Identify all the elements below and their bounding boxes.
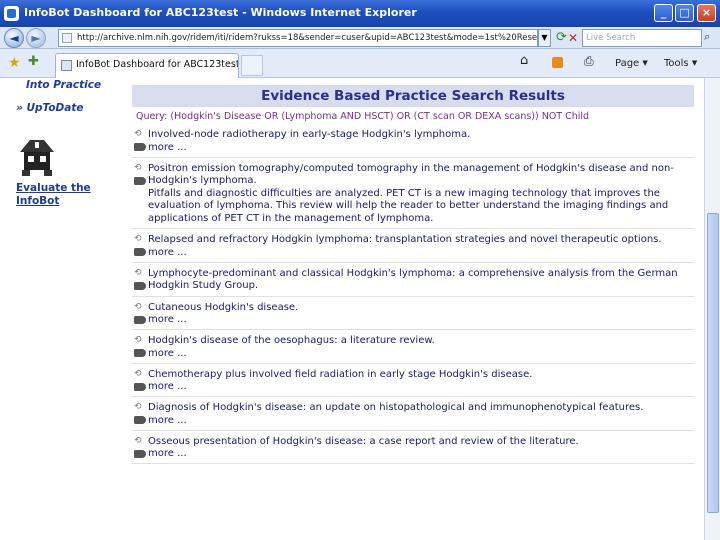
result-icons: ⟲ — [134, 129, 148, 151]
result-icons: ⟲ — [134, 163, 148, 185]
more-link[interactable]: more ... — [148, 415, 686, 427]
home-icon[interactable]: ⌂ — [520, 54, 528, 67]
speaker-icon[interactable] — [134, 143, 146, 151]
tab-favicon-icon — [61, 60, 72, 71]
speaker-icon[interactable] — [134, 315, 146, 324]
more-link[interactable]: more ... — [148, 142, 686, 154]
speaker-icon[interactable] — [134, 382, 146, 391]
rate-icon[interactable]: ⟲ — [134, 335, 148, 345]
result-icons: ⟲ — [134, 335, 148, 357]
more-link[interactable]: more ... — [148, 314, 686, 326]
result-title[interactable]: Positron emission tomography/computed to… — [148, 163, 686, 188]
add-favorites-icon[interactable]: ✚ — [28, 55, 39, 69]
speaker-icon[interactable] — [134, 176, 146, 185]
favorites-star-icon[interactable]: ★ — [8, 56, 21, 70]
minimize-button[interactable]: _ — [654, 4, 673, 22]
speaker-icon[interactable] — [134, 416, 146, 424]
result-icons: ⟲ — [134, 302, 148, 324]
page-content: Into Practice » UpToDate Evaluate the In… — [0, 78, 704, 540]
result-title[interactable]: Chemotherapy plus involved field radiati… — [148, 369, 686, 382]
page-title: Evidence Based Practice Search Results — [132, 85, 694, 107]
result-icons: ⟲ — [134, 369, 148, 391]
close-button[interactable]: × — [697, 4, 716, 22]
new-tab-button[interactable] — [241, 55, 263, 76]
window-title: InfoBot Dashboard for ABC123test - Windo… — [24, 6, 417, 19]
result-title[interactable]: Lymphocyte-predominant and classical Hod… — [148, 268, 686, 293]
rate-icon[interactable]: ⟲ — [134, 369, 148, 379]
address-bar: ◄ ► http://archive.nlm.nih.gov/ridem/iti… — [0, 27, 720, 49]
tools-menu-label: Tools — [664, 58, 689, 69]
result-title[interactable]: Osseous presentation of Hodgkin's diseas… — [148, 436, 686, 449]
feeds-icon[interactable] — [552, 57, 563, 68]
url-text: http://archive.nlm.nih.gov/ridem/iti/rid… — [77, 33, 538, 43]
result-title[interactable]: Relapsed and refractory Hodgkin lymphoma… — [148, 234, 686, 247]
tools-menu[interactable]: Tools ▼ — [664, 57, 697, 70]
rate-icon[interactable]: ⟲ — [134, 402, 148, 412]
result-row: ⟲ Diagnosis of Hodgkin's disease: an upda… — [132, 397, 694, 431]
sidebar-item-evaluate-infobot[interactable]: Evaluate the InfoBot — [16, 182, 106, 208]
stop-icon[interactable]: ✕ — [568, 31, 578, 45]
result-row: ⟲ Positron emission tomography/computed t… — [132, 158, 694, 229]
speaker-icon[interactable] — [134, 281, 146, 290]
url-input[interactable]: http://archive.nlm.nih.gov/ridem/iti/rid… — [58, 29, 538, 47]
rate-icon[interactable]: ⟲ — [134, 163, 148, 173]
speaker-icon[interactable] — [134, 248, 146, 256]
refresh-icon[interactable]: ⟳ — [556, 31, 567, 45]
result-row: ⟲ Involved-node radiotherapy in early-sta… — [132, 124, 694, 158]
more-link[interactable]: more ... — [148, 448, 686, 460]
vertical-scrollbar[interactable] — [704, 78, 720, 540]
result-title[interactable]: Involved-node radiotherapy in early-stag… — [148, 129, 686, 142]
search-icon[interactable]: ⌕ — [704, 30, 710, 44]
scrollbar-thumb[interactable] — [707, 213, 719, 513]
result-icons: ⟲ — [134, 234, 148, 256]
result-row: ⟲ Chemotherapy plus involved field radiat… — [132, 364, 694, 397]
ie-app-icon — [4, 6, 19, 21]
window-titlebar: InfoBot Dashboard for ABC123test - Windo… — [0, 0, 720, 27]
result-row: ⟲ Lymphocyte-predominant and classical Ho… — [132, 263, 694, 297]
forward-button[interactable]: ► — [26, 28, 46, 48]
back-button[interactable]: ◄ — [4, 28, 24, 48]
print-icon[interactable]: ⎙ — [584, 55, 594, 67]
rate-icon[interactable]: ⟲ — [134, 268, 148, 278]
tab-label: InfoBot Dashboard for ABC123test — [76, 59, 239, 70]
sidebar: Into Practice » UpToDate Evaluate the In… — [0, 78, 132, 540]
command-bar: ★ ✚ InfoBot Dashboard for ABC123test ⌂ ⎙… — [0, 49, 720, 78]
result-icons: ⟲ — [134, 436, 148, 458]
maximize-button[interactable]: □ — [675, 4, 694, 22]
rate-icon[interactable]: ⟲ — [134, 302, 148, 312]
sidebar-item-uptodate[interactable]: » UpToDate — [16, 102, 84, 114]
page-icon — [62, 33, 72, 43]
tab-infobot-dashboard[interactable]: InfoBot Dashboard for ABC123test — [55, 53, 239, 78]
query-text: Query: (Hodgkin's Disease OR (Lymphoma A… — [136, 111, 590, 122]
result-row: ⟲ Hodgkin's disease of the oesophagus: a … — [132, 330, 694, 364]
result-icons: ⟲ — [134, 402, 148, 424]
result-abstract: Pitfalls and diagnostic difficulties are… — [148, 187, 669, 224]
speaker-icon[interactable] — [134, 449, 146, 458]
result-row: ⟲ Osseous presentation of Hodgkin's disea… — [132, 431, 694, 464]
sidebar-item-into-practice[interactable]: Into Practice — [26, 79, 101, 91]
speaker-icon[interactable] — [134, 349, 146, 357]
result-row: ⟲ Cutaneous Hodgkin's disease. more ... — [132, 297, 694, 330]
more-link[interactable]: more ... — [148, 247, 686, 259]
address-dropdown-button[interactable]: ▼ — [538, 29, 551, 47]
result-title[interactable]: Hodgkin's disease of the oesophagus: a l… — [148, 335, 686, 348]
page-menu[interactable]: Page ▼ — [615, 57, 648, 70]
search-input[interactable]: Live Search — [582, 29, 702, 47]
rate-icon[interactable]: ⟲ — [134, 129, 148, 139]
infobot-robot-icon — [16, 134, 58, 178]
rate-icon[interactable]: ⟲ — [134, 234, 148, 244]
result-title[interactable]: Diagnosis of Hodgkin's disease: an updat… — [148, 402, 686, 415]
results-list: ⟲ Involved-node radiotherapy in early-sta… — [132, 124, 694, 464]
result-icons: ⟲ — [134, 268, 148, 290]
more-link[interactable]: more ... — [148, 381, 686, 393]
results-panel: Evidence Based Practice Search Results Q… — [132, 78, 694, 540]
more-link[interactable]: more ... — [148, 348, 686, 360]
result-row: ⟲ Relapsed and refractory Hodgkin lymphom… — [132, 229, 694, 263]
rate-icon[interactable]: ⟲ — [134, 436, 148, 446]
page-menu-label: Page — [615, 58, 640, 69]
result-title[interactable]: Cutaneous Hodgkin's disease. — [148, 302, 686, 315]
